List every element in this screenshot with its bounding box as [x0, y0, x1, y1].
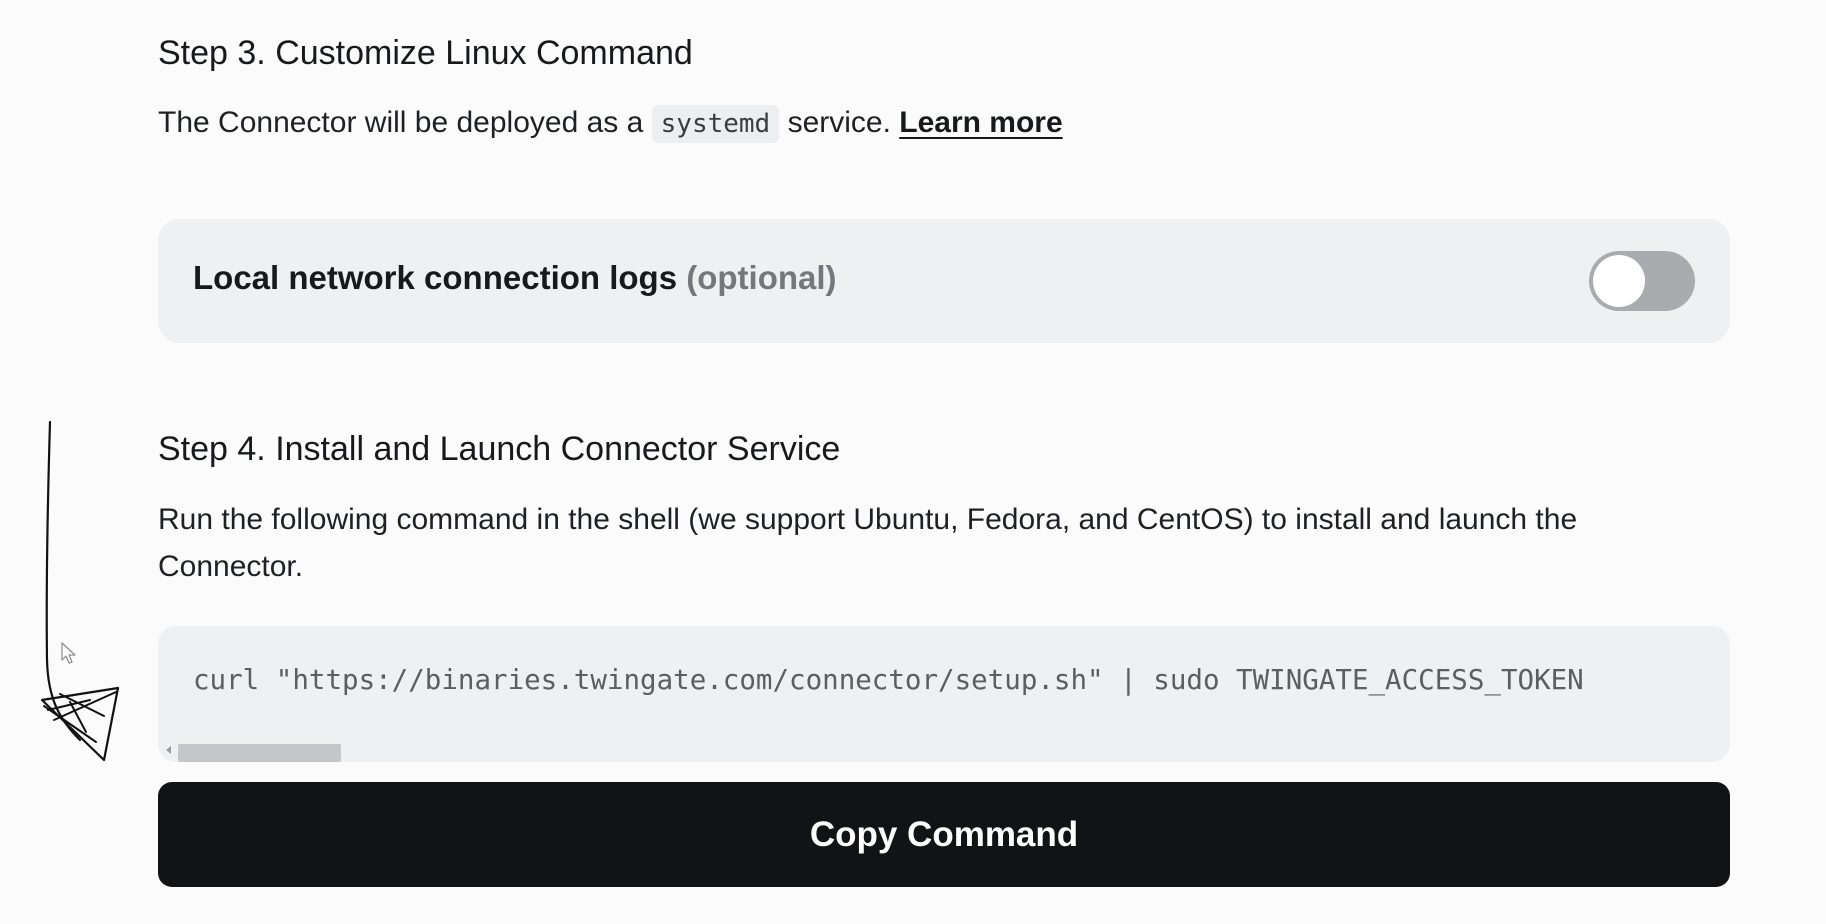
- toggle-knob: [1593, 255, 1645, 307]
- copy-command-button[interactable]: Copy Command: [158, 782, 1730, 887]
- step3-description-suffix: service.: [787, 106, 891, 139]
- mouse-pointer-icon: [61, 642, 76, 664]
- optional-label: (optional): [686, 259, 837, 296]
- step3-description-prefix: The Connector will be deployed as a: [158, 106, 644, 139]
- learn-more-link[interactable]: Learn more: [899, 106, 1062, 139]
- local-network-logs-label: Local network connection logs (optional): [193, 259, 837, 297]
- step3-heading: Step 3. Customize Linux Command: [158, 34, 693, 72]
- hand-drawn-arrow-icon: [40, 420, 120, 762]
- command-code-block[interactable]: curl "https://binaries.twingate.com/conn…: [158, 626, 1730, 762]
- step4-heading: Step 4. Install and Launch Connector Ser…: [158, 430, 841, 468]
- horizontal-scrollbar-thumb[interactable]: [178, 744, 341, 762]
- systemd-code-term: systemd: [651, 105, 780, 143]
- local-network-logs-panel: Local network connection logs (optional): [158, 219, 1730, 343]
- logs-label-text: Local network connection logs: [193, 259, 678, 296]
- scroll-left-arrow-icon[interactable]: [166, 746, 171, 754]
- step4-description: Run the following command in the shell (…: [158, 503, 1578, 583]
- install-command-text[interactable]: curl "https://binaries.twingate.com/conn…: [193, 664, 1693, 696]
- step3-description: The Connector will be deployed as a syst…: [158, 99, 1063, 148]
- local-network-logs-toggle[interactable]: [1589, 251, 1695, 311]
